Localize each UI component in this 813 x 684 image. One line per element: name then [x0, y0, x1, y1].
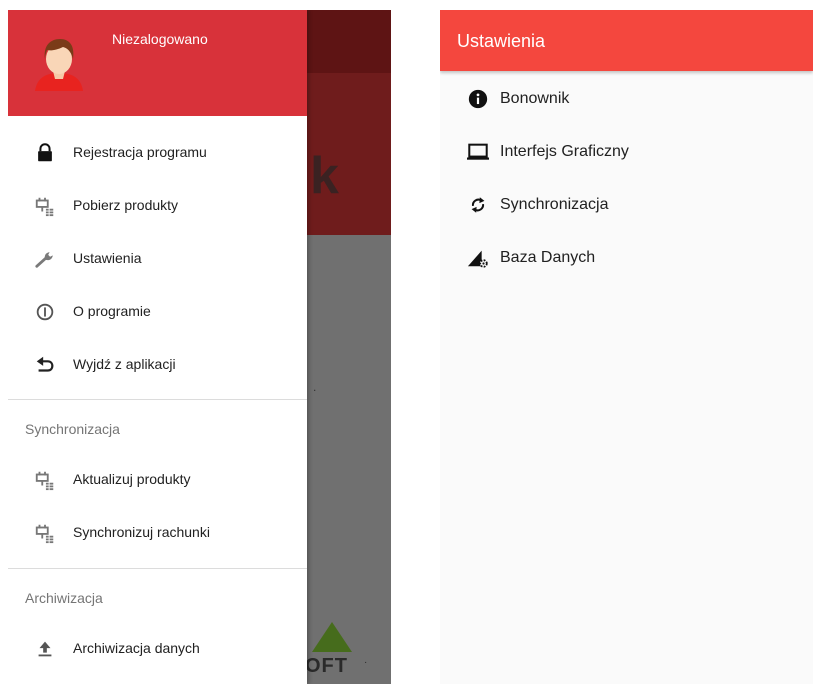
- settings-item-label: Bonownik: [500, 90, 570, 107]
- menu-item-synchronizuj-rachunki[interactable]: Synchronizuj rachunki: [8, 507, 307, 559]
- section-title-archiwizacja: Archiwizacja: [25, 590, 103, 606]
- settings-item-label: Baza Danych: [500, 249, 596, 266]
- menu-item-label: Rejestracja programu: [73, 144, 207, 160]
- plug-list-icon: [35, 197, 54, 217]
- menu-item-archiwizacja-danych[interactable]: Archiwizacja danych: [8, 623, 307, 675]
- background-hero-letter: k: [310, 147, 339, 205]
- settings-item-synchronizacja[interactable]: Synchronizacja: [440, 179, 813, 231]
- laptop-icon: [467, 143, 489, 160]
- sync-icon: [471, 197, 485, 213]
- drawer-divider: [8, 399, 307, 400]
- plug-list-icon: [35, 524, 54, 544]
- logo-triangle-icon: [312, 622, 352, 652]
- menu-item-label: Ustawienia: [73, 250, 142, 266]
- settings-item-label: Interfejs Graficzny: [500, 143, 629, 160]
- menu-item-rejestracja-programu[interactable]: Rejestracja programu: [8, 127, 307, 179]
- signal-settings-icon: [467, 250, 488, 268]
- menu-item-aktualizuj-produkty[interactable]: Aktualizuj produkty: [8, 454, 307, 506]
- page-title: Ustawienia: [457, 31, 546, 51]
- settings-item-label: Synchronizacja: [500, 196, 609, 213]
- left-screen: k . OFT · Niezalogowano Rejestracja prog…: [8, 10, 391, 684]
- navigation-drawer: Niezalogowano Rejestracja programu Pobie…: [8, 10, 307, 684]
- background-logo-mark: ·: [364, 657, 368, 668]
- background-logo-text: OFT: [305, 655, 348, 677]
- menu-item-label: Synchronizuj rachunki: [73, 524, 210, 540]
- menu-item-label: O programie: [73, 303, 151, 319]
- user-status-label: Niezalogowano: [112, 31, 208, 47]
- lock-icon: [38, 143, 52, 162]
- settings-item-interfejs-graficzny[interactable]: Interfejs Graficzny: [440, 126, 813, 178]
- background-text-fragment: .: [313, 380, 317, 394]
- menu-item-ustawienia[interactable]: Ustawienia: [8, 233, 307, 285]
- plug-list-icon: [35, 471, 54, 491]
- menu-item-o-programie[interactable]: O programie: [8, 286, 307, 338]
- menu-item-label: Pobierz produkty: [73, 197, 179, 213]
- info-outline-icon: [36, 303, 54, 321]
- wrench-icon: [35, 252, 53, 268]
- menu-item-wyjdz-z-aplikacji[interactable]: Wyjdź z aplikacji: [8, 339, 307, 391]
- menu-item-label: Aktualizuj produkty: [73, 471, 191, 487]
- upload-icon: [38, 641, 52, 657]
- drawer-header: Niezalogowano: [8, 10, 307, 116]
- drawer-divider: [8, 568, 307, 569]
- settings-item-baza-danych[interactable]: Baza Danych: [440, 232, 813, 284]
- info-filled-icon: [468, 89, 488, 109]
- section-title-synchronizacja: Synchronizacja: [25, 421, 120, 437]
- menu-item-pobierz-produkty[interactable]: Pobierz produkty: [8, 180, 307, 232]
- menu-item-label: Archiwizacja danych: [73, 640, 200, 656]
- user-avatar-icon: [35, 39, 83, 91]
- settings-item-bonownik[interactable]: Bonownik: [440, 73, 813, 125]
- menu-item-label: Wyjdź z aplikacji: [73, 356, 176, 372]
- right-screen: Ustawienia Bonownik Interfejs Graficzny …: [440, 10, 813, 684]
- settings-app-bar: Ustawienia: [440, 10, 813, 71]
- undo-icon: [36, 356, 54, 372]
